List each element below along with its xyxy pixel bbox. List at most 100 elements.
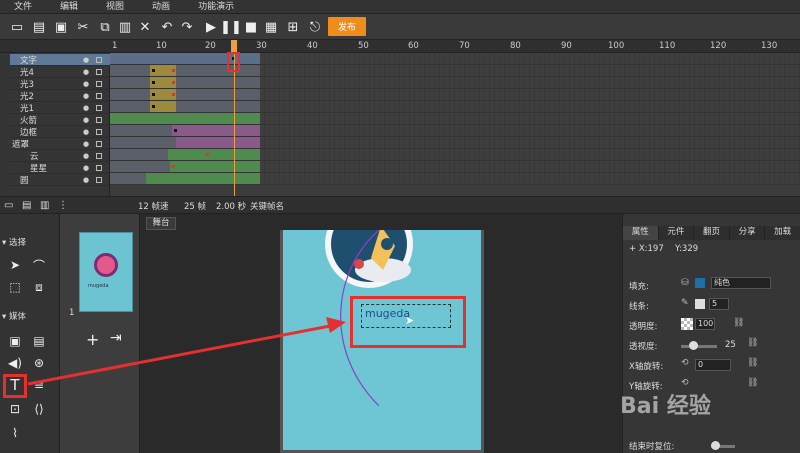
menu-demo[interactable]: 功能演示: [184, 0, 248, 13]
keyframe-marker[interactable]: [152, 105, 155, 108]
keyframe-marker[interactable]: [172, 93, 175, 96]
eye-icon[interactable]: ●: [83, 116, 89, 124]
layer-item[interactable]: 光4 ●: [10, 66, 110, 78]
save-icon[interactable]: ▣: [52, 18, 70, 36]
fill-mode-select[interactable]: 纯色: [711, 277, 771, 289]
eye-icon[interactable]: ●: [83, 104, 89, 112]
gallery-icon[interactable]: ▤: [30, 332, 48, 350]
link-icon[interactable]: ⛓: [733, 318, 744, 328]
frame-row[interactable]: [110, 149, 800, 161]
frame-span[interactable]: [110, 173, 146, 184]
stroke-width-field[interactable]: 5: [709, 298, 729, 310]
eye-icon[interactable]: ●: [83, 80, 89, 88]
eye-icon[interactable]: ●: [83, 128, 89, 136]
lock-icon[interactable]: [96, 56, 102, 63]
lock-icon[interactable]: [96, 80, 102, 87]
cut-icon[interactable]: ✂: [74, 18, 92, 36]
keyframe-marker[interactable]: [206, 153, 209, 156]
lock-icon[interactable]: [96, 176, 102, 183]
fill-color-swatch[interactable]: [695, 278, 705, 288]
pen-icon[interactable]: ✎: [681, 298, 689, 308]
layer-item[interactable]: 火箭 ●: [10, 114, 110, 126]
html-icon[interactable]: ⟨⟩: [30, 400, 48, 418]
trash-icon[interactable]: ▥: [40, 200, 49, 211]
qrcode-icon[interactable]: ⊞: [284, 18, 302, 36]
node-edit-icon[interactable]: ⌒: [30, 256, 48, 274]
frame-row[interactable]: [110, 53, 800, 65]
add-layer-icon[interactable]: ▭: [4, 200, 13, 211]
transform-icon[interactable]: ⬚: [6, 278, 24, 296]
layer-item[interactable]: 边框 ●: [10, 126, 110, 138]
insert-page-icon[interactable]: ⇥: [110, 330, 122, 346]
slideshow-icon[interactable]: ⊡: [6, 400, 24, 418]
video-icon[interactable]: ⊛: [30, 354, 48, 372]
frame-row[interactable]: [110, 113, 800, 125]
eye-icon[interactable]: ●: [83, 164, 89, 172]
tab-properties[interactable]: 属性: [623, 226, 659, 240]
menu-file[interactable]: 文件: [0, 0, 46, 13]
new-file-icon[interactable]: ▭: [8, 18, 26, 36]
lock-icon[interactable]: [96, 152, 102, 159]
perspective-slider-knob[interactable]: [689, 341, 698, 350]
frame-span[interactable]: [170, 161, 260, 172]
keyframe-marker[interactable]: [172, 81, 175, 84]
delete-icon[interactable]: ✕: [136, 18, 154, 36]
keyframe-marker[interactable]: [152, 69, 155, 72]
layer-options-icon[interactable]: ⋮: [58, 200, 68, 211]
frame-span[interactable]: [110, 149, 168, 160]
eye-icon[interactable]: ●: [83, 140, 89, 148]
frame-row[interactable]: [110, 101, 800, 113]
export-icon[interactable]: ⎋: [306, 18, 324, 36]
keyframe-name-label[interactable]: 关键帧名: [250, 200, 284, 212]
eye-icon[interactable]: ●: [83, 176, 89, 184]
keyframe-marker[interactable]: [152, 93, 155, 96]
pause-icon[interactable]: ❚❚: [220, 18, 242, 36]
frame-span[interactable]: [110, 77, 260, 88]
link-icon[interactable]: ⛓: [747, 338, 758, 348]
pointer-icon[interactable]: ➤: [6, 256, 24, 274]
publish-button[interactable]: 发布: [328, 17, 366, 36]
redo-icon[interactable]: ↷: [178, 18, 196, 36]
stage-tab[interactable]: 舞台: [146, 217, 176, 230]
frame-row[interactable]: [110, 137, 800, 149]
perspective-slider-track[interactable]: [681, 345, 717, 348]
frame-span[interactable]: [110, 125, 172, 136]
eye-icon[interactable]: ●: [83, 92, 89, 100]
group-icon[interactable]: ⧈: [30, 278, 48, 296]
open-file-icon[interactable]: ▤: [30, 18, 48, 36]
layer-item[interactable]: 遮罩 ●: [10, 138, 110, 150]
frame-span[interactable]: [168, 149, 260, 160]
frame-row[interactable]: [110, 161, 800, 173]
undo-icon[interactable]: ↶: [158, 18, 176, 36]
play-icon[interactable]: ▶: [202, 18, 220, 36]
layer-item[interactable]: 光3 ●: [10, 78, 110, 90]
tab-paging[interactable]: 翻页: [694, 226, 730, 240]
frame-row[interactable]: [110, 173, 800, 185]
frame-row[interactable]: [110, 125, 800, 137]
paste-icon[interactable]: ▥: [116, 18, 134, 36]
reset-toggle-knob[interactable]: [711, 441, 720, 450]
opacity-field[interactable]: 100: [695, 318, 715, 330]
menu-animation[interactable]: 动画: [138, 0, 184, 13]
keyframe-marker[interactable]: [172, 165, 175, 168]
tab-symbols[interactable]: 元件: [658, 226, 695, 240]
frame-span[interactable]: [172, 125, 260, 136]
playhead-handle[interactable]: [231, 40, 237, 52]
keyframe-marker[interactable]: [152, 81, 155, 84]
tab-share[interactable]: 分享: [729, 226, 766, 240]
stroke-color-swatch[interactable]: [695, 299, 705, 309]
frame-row[interactable]: [110, 77, 800, 89]
link-icon[interactable]: ⛓: [747, 378, 758, 388]
add-page-icon[interactable]: +: [86, 330, 99, 349]
layer-item[interactable]: 光2 ●: [10, 90, 110, 102]
frame-span[interactable]: [110, 113, 260, 124]
frame-row[interactable]: [110, 65, 800, 77]
lock-icon[interactable]: [96, 128, 102, 135]
menu-view[interactable]: 视图: [92, 0, 138, 13]
eye-icon[interactable]: ●: [83, 152, 89, 160]
frame-span[interactable]: [110, 101, 260, 112]
link-icon[interactable]: ⛓: [747, 358, 758, 368]
stop-icon[interactable]: ■: [242, 18, 260, 36]
menu-edit[interactable]: 编辑: [46, 0, 92, 13]
lock-icon[interactable]: [96, 104, 102, 111]
